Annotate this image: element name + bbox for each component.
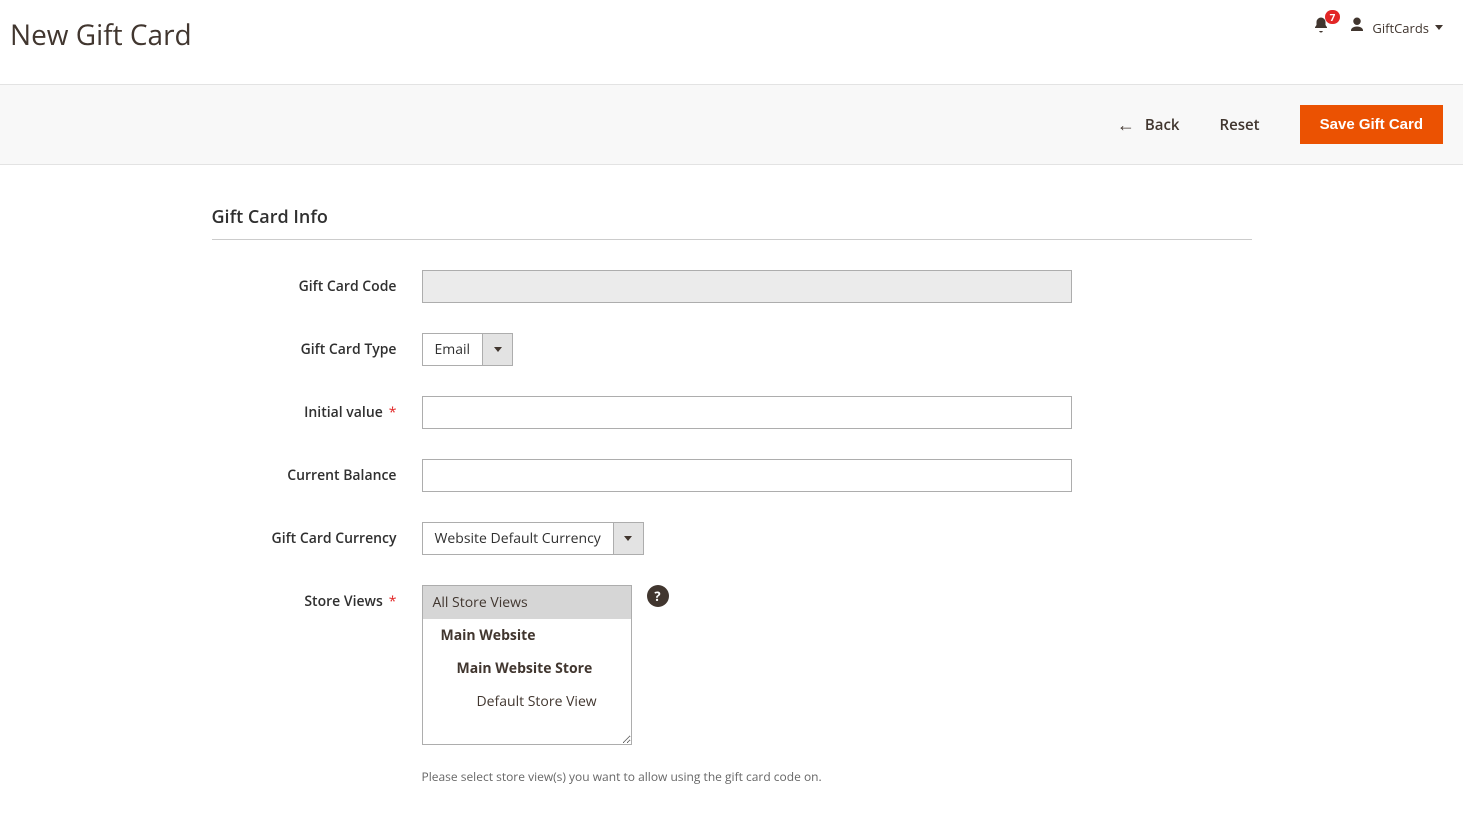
row-type: Gift Card Type Email xyxy=(212,333,1252,366)
page-header: New Gift Card 7 GiftCards xyxy=(0,0,1463,84)
chevron-down-icon xyxy=(482,334,512,365)
notifications-button[interactable]: 7 xyxy=(1312,16,1330,39)
select-value: Website Default Currency xyxy=(423,523,613,554)
required-mark: * xyxy=(389,592,397,611)
gift-card-code-input xyxy=(422,270,1072,303)
label-stores-text: Store Views xyxy=(304,592,382,611)
option-main-website-store[interactable]: Main Website Store xyxy=(423,652,631,685)
header-actions: 7 GiftCards xyxy=(1312,16,1443,39)
option-main-website[interactable]: Main Website xyxy=(423,619,631,652)
label-currency: Gift Card Currency xyxy=(212,522,422,548)
chevron-down-icon xyxy=(613,523,643,554)
store-views-multiselect[interactable]: All Store Views Main Website Main Websit… xyxy=(422,585,632,745)
currency-select[interactable]: Website Default Currency xyxy=(422,522,644,555)
action-bar: ← Back Reset Save Gift Card xyxy=(0,84,1463,165)
back-label: Back xyxy=(1145,115,1180,135)
label-initial: Initial value * xyxy=(212,396,422,422)
chevron-down-icon xyxy=(1435,25,1443,30)
stores-hint: Please select store view(s) you want to … xyxy=(422,768,822,785)
current-balance-input[interactable] xyxy=(422,459,1072,492)
label-type: Gift Card Type xyxy=(212,333,422,359)
label-code: Gift Card Code xyxy=(212,270,422,296)
option-all-store-views[interactable]: All Store Views xyxy=(423,586,631,619)
arrow-left-icon: ← xyxy=(1117,116,1135,134)
gift-card-type-select[interactable]: Email xyxy=(422,333,514,366)
user-icon xyxy=(1348,16,1366,39)
select-value: Email xyxy=(423,334,483,365)
label-stores: Store Views * xyxy=(212,585,422,611)
label-initial-text: Initial value xyxy=(304,403,383,422)
page-title: New Gift Card xyxy=(10,16,192,54)
help-icon[interactable]: ? xyxy=(647,585,669,607)
section-title: Gift Card Info xyxy=(212,205,1252,240)
row-currency: Gift Card Currency Website Default Curre… xyxy=(212,522,1252,555)
label-balance: Current Balance xyxy=(212,459,422,485)
user-menu[interactable]: GiftCards xyxy=(1348,16,1443,39)
initial-value-input[interactable] xyxy=(422,396,1072,429)
option-default-store-view[interactable]: Default Store View xyxy=(423,685,631,718)
form-section: Gift Card Info Gift Card Code Gift Card … xyxy=(192,205,1272,785)
reset-button[interactable]: Reset xyxy=(1220,115,1260,135)
notification-count-badge: 7 xyxy=(1325,10,1341,24)
save-button[interactable]: Save Gift Card xyxy=(1300,105,1443,144)
required-mark: * xyxy=(389,403,397,422)
row-balance: Current Balance xyxy=(212,459,1252,492)
row-code: Gift Card Code xyxy=(212,270,1252,303)
row-stores: Store Views * All Store Views Main Websit… xyxy=(212,585,1252,785)
user-name: GiftCards xyxy=(1372,19,1429,37)
back-button[interactable]: ← Back xyxy=(1117,115,1180,135)
row-initial: Initial value * xyxy=(212,396,1252,429)
